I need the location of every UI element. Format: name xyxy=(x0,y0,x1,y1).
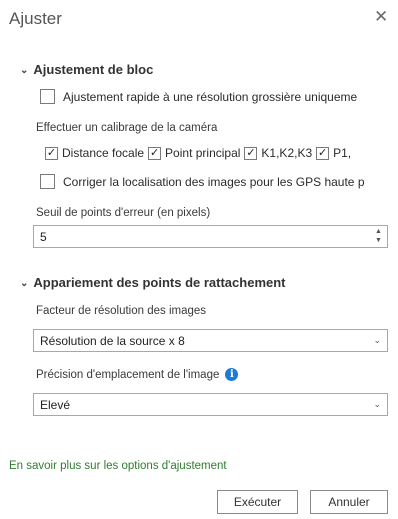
principal-point-label: Point principal xyxy=(165,146,241,160)
gps-correction-option[interactable]: Corriger la localisation des images pour… xyxy=(40,174,398,189)
dialog-title: Ajuster xyxy=(9,9,62,28)
error-threshold-value: 5 xyxy=(40,229,47,244)
spinner-icon[interactable]: ▲ ▼ xyxy=(374,228,383,245)
calibration-options: ✓ Distance focale ✓ Point principal ✓ K1… xyxy=(45,146,398,160)
run-button[interactable]: Exécuter xyxy=(217,490,298,514)
section-block-adjustment[interactable]: ⌄ Ajustement de bloc xyxy=(20,62,153,77)
chevron-down-icon: ⌄ xyxy=(20,278,29,289)
info-icon[interactable]: i xyxy=(225,368,239,381)
resolution-factor-label: Facteur de résolution des images xyxy=(36,305,207,317)
checkmark-icon: ✓ xyxy=(246,146,256,159)
error-threshold-input[interactable]: 5 ▲ ▼ xyxy=(33,225,388,248)
precision-value: Elevé xyxy=(40,397,71,412)
resolution-factor-select[interactable]: Résolution de la source x 8 ⌄ xyxy=(33,329,388,352)
p-coefficients-label: P1, xyxy=(333,146,352,160)
chevron-down-icon: ⌄ xyxy=(20,65,29,76)
close-icon[interactable]: ✕ xyxy=(374,7,388,27)
cancel-button[interactable]: Annuler xyxy=(310,490,388,514)
precision-select[interactable]: Elevé ⌄ xyxy=(33,393,388,416)
learn-more-link[interactable]: En savoir plus sur les options d'ajustem… xyxy=(9,460,227,472)
gps-correction-checkbox[interactable] xyxy=(40,174,55,189)
k-coefficients-checkbox[interactable]: ✓ xyxy=(244,146,258,160)
section-heading: Appariement des points de rattachement xyxy=(33,275,286,290)
checkmark-icon: ✓ xyxy=(46,146,57,159)
focal-length-checkbox[interactable]: ✓ xyxy=(45,146,58,160)
principal-point-checkbox[interactable]: ✓ xyxy=(148,146,162,160)
section-heading: Ajustement de bloc xyxy=(33,62,154,77)
quick-adjust-checkbox[interactable] xyxy=(40,89,55,104)
error-threshold-label: Seuil de points d'erreur (en pixels) xyxy=(36,207,211,219)
focal-length-label: Distance focale xyxy=(62,146,145,160)
p-coefficients-checkbox[interactable]: ✓ xyxy=(316,146,330,160)
quick-adjust-option[interactable]: Ajustement rapide à une résolution gross… xyxy=(40,89,398,104)
calibration-label: Effectuer un calibrage de la caméra xyxy=(36,122,218,134)
k-coefficients-label: K1,K2,K3 xyxy=(261,146,313,160)
chevron-down-icon: ⌄ xyxy=(373,335,381,345)
checkmark-icon: ✓ xyxy=(149,146,160,159)
quick-adjust-label: Ajustement rapide à une résolution gross… xyxy=(63,89,358,104)
checkmark-icon: ✓ xyxy=(318,146,328,159)
section-tiepoint-matching[interactable]: ⌄ Appariement des points de rattachement xyxy=(20,275,286,290)
precision-label-row: Précision d'emplacement de l'image i xyxy=(36,368,239,381)
precision-label: Précision d'emplacement de l'image xyxy=(36,368,220,381)
resolution-factor-value: Résolution de la source x 8 xyxy=(40,333,185,348)
gps-correction-label: Corriger la localisation des images pour… xyxy=(63,174,365,189)
chevron-down-icon: ⌄ xyxy=(373,399,381,409)
